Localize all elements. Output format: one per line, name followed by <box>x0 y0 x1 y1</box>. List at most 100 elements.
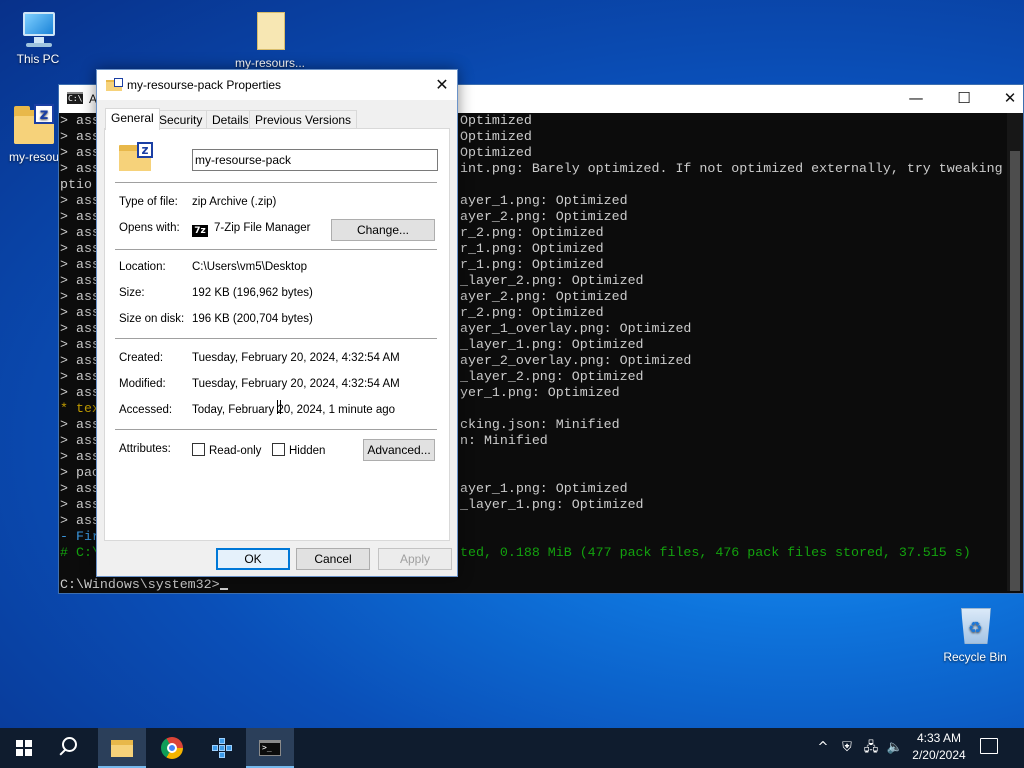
desktop-icon-my-resourse-file[interactable]: my-resours... <box>232 10 308 70</box>
opens-with-value: 7z 7-Zip File Manager <box>192 222 311 237</box>
console-line-right: ayer_1_overlay.png: Optimized <box>460 321 692 336</box>
console-line-left: > ass <box>60 417 100 432</box>
tab-general[interactable]: General <box>105 108 160 130</box>
console-line-right: yer_1.png: Optimized <box>460 385 620 400</box>
search-icon <box>62 737 77 752</box>
tab-security[interactable]: Security <box>153 110 209 129</box>
close-button[interactable]: ✕ <box>427 70 457 100</box>
tab-previous-versions[interactable]: Previous Versions <box>249 110 358 129</box>
change-button[interactable]: Change... <box>331 219 435 241</box>
taskbar-command-prompt[interactable]: >_ <box>246 728 294 768</box>
tab-details[interactable]: Details <box>206 110 255 129</box>
computer-icon <box>18 10 58 50</box>
zip-folder-icon: z <box>119 142 153 172</box>
ok-button[interactable]: OK <box>216 548 290 570</box>
maximize-button[interactable]: ☐ <box>941 85 987 113</box>
checkbox-box[interactable] <box>192 443 205 456</box>
show-hidden-icons-button[interactable]: ^ <box>812 728 834 768</box>
console-line-right: r_2.png: Optimized <box>460 305 604 320</box>
size-on-disk-value: 196 KB (200,704 bytes) <box>192 313 313 325</box>
clock-time: 4:33 AM <box>916 731 962 745</box>
desktop-icon-label: This PC <box>16 52 60 66</box>
taskbar-app[interactable] <box>198 728 246 768</box>
console-line-left: # C:\ <box>60 545 100 560</box>
console-line-left: > ass <box>60 433 100 448</box>
apply-button[interactable]: Apply <box>378 548 452 570</box>
accessed-value: Today, February 20, 2024, 1 minute ago <box>192 404 396 416</box>
opens-with-label: Opens with: <box>119 222 180 234</box>
console-line-right: ted, 0.188 MiB (477 pack files, 476 pack… <box>460 545 971 560</box>
7zip-icon: 7z <box>192 225 208 237</box>
readonly-checkbox[interactable]: Read-only <box>192 443 261 457</box>
modified-value: Tuesday, February 20, 2024, 4:32:54 AM <box>192 378 400 390</box>
console-line-left: > ass <box>60 273 100 288</box>
size-label: Size: <box>119 287 145 299</box>
command-prompt-icon: >_ <box>259 740 281 756</box>
app-icon <box>212 738 232 758</box>
location-label: Location: <box>119 261 166 273</box>
console-line-right: _layer_2.png: Optimized <box>460 369 644 384</box>
separator <box>115 429 437 430</box>
hidden-checkbox[interactable]: Hidden <box>272 443 325 457</box>
advanced-button[interactable]: Advanced... <box>363 439 435 461</box>
filename-input[interactable] <box>192 149 438 171</box>
checkbox-box[interactable] <box>272 443 285 456</box>
console-line-left: > ass <box>60 161 100 176</box>
desktop-icon-recycle-bin[interactable]: ♻ Recycle Bin <box>937 602 1013 664</box>
console-line-right: Optimized <box>460 113 532 128</box>
zip-folder-icon <box>106 78 123 91</box>
console-line-left: ptio <box>60 177 92 192</box>
console-line-left: > ass <box>60 225 100 240</box>
separator <box>115 182 437 183</box>
dialog-titlebar[interactable]: my-resourse-pack Properties ✕ <box>97 70 457 100</box>
start-button[interactable] <box>0 728 48 768</box>
modified-label: Modified: <box>119 378 166 390</box>
console-line-left: > pac <box>60 465 100 480</box>
volume-muted-icon[interactable]: 🔈 <box>884 728 906 768</box>
console-line-right: n: Minified <box>460 433 548 448</box>
console-line-left: - Fir <box>60 529 100 544</box>
console-line-left: > ass <box>60 113 100 128</box>
console-line-right: ayer_1.png: Optimized <box>460 193 628 208</box>
console-line-right: cking.json: Minified <box>460 417 620 432</box>
cancel-button[interactable]: Cancel <box>296 548 370 570</box>
desktop-icon-label: my-resours... <box>234 56 305 70</box>
accessed-label: Accessed: <box>119 404 173 416</box>
console-line-right: ayer_2_overlay.png: Optimized <box>460 353 692 368</box>
taskbar-file-explorer[interactable] <box>98 728 146 768</box>
console-line-right: r_1.png: Optimized <box>460 241 604 256</box>
scrollbar-thumb[interactable] <box>1010 151 1020 591</box>
network-icon[interactable]: 🖧 <box>860 728 882 768</box>
general-tab-panel: z Type of file: zip Archive (.zip) Opens… <box>104 128 450 541</box>
security-icon[interactable]: ⛨ <box>836 728 858 768</box>
properties-dialog[interactable]: my-resourse-pack Properties ✕ General Se… <box>96 69 458 577</box>
opens-with-app-name: 7-Zip File Manager <box>214 222 311 234</box>
console-line-left: > ass <box>60 497 100 512</box>
minimize-button[interactable]: — <box>893 85 939 113</box>
notification-icon[interactable] <box>980 738 998 754</box>
clock[interactable]: 4:33 AM 2/20/2024 <box>908 730 970 764</box>
file-explorer-icon <box>111 740 133 757</box>
console-line-right: r_1.png: Optimized <box>460 257 604 272</box>
desktop-icon-this-pc[interactable]: This PC <box>0 10 76 66</box>
close-button[interactable]: ✕ <box>987 85 1024 113</box>
console-line-left: > ass <box>60 289 100 304</box>
console-line-left: > ass <box>60 353 100 368</box>
console-line-right: _layer_2.png: Optimized <box>460 273 644 288</box>
console-line-right: ayer_1.png: Optimized <box>460 481 628 496</box>
console-line-right: _layer_1.png: Optimized <box>460 337 644 352</box>
zip-folder-icon: z <box>14 104 54 148</box>
clock-date: 2/20/2024 <box>912 748 966 762</box>
console-line-right: ayer_2.png: Optimized <box>460 209 628 224</box>
console-scrollbar[interactable] <box>1007 113 1023 591</box>
console-line-left: > ass <box>60 257 100 272</box>
text-cursor-icon <box>277 400 281 414</box>
console-line-right: Optimized <box>460 129 532 144</box>
taskbar: >_ ^ ⛨ 🖧 🔈 4:33 AM 2/20/2024 <box>0 728 1024 768</box>
console-line: C:\Windows\system32> <box>60 577 1009 591</box>
search-button[interactable] <box>48 728 96 768</box>
desktop-icon-label: Recycle Bin <box>943 650 1007 664</box>
hidden-label: Hidden <box>289 445 326 457</box>
taskbar-chrome[interactable] <box>148 728 196 768</box>
location-value: C:\Users\vm5\Desktop <box>192 261 308 273</box>
